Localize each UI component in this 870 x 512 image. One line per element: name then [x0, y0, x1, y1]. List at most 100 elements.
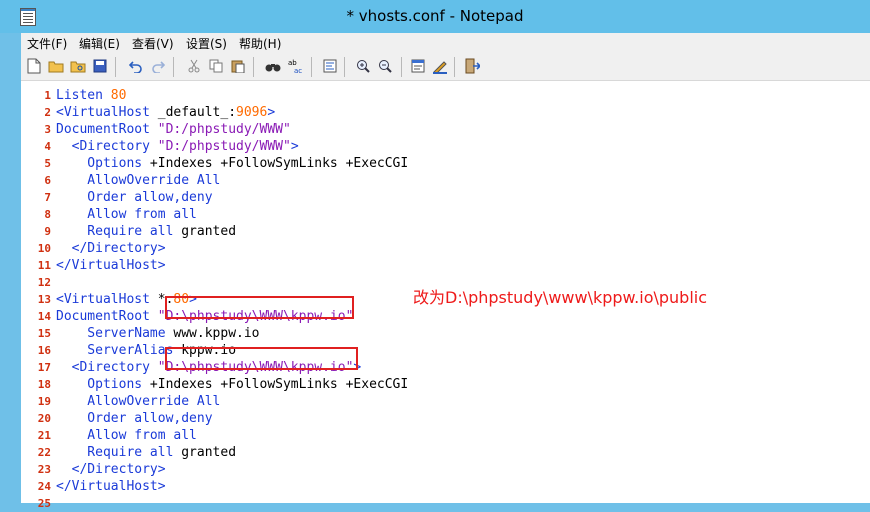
- toolbar-separator: [253, 57, 254, 77]
- find-icon[interactable]: [264, 57, 282, 75]
- toolbar-separator: [344, 57, 345, 77]
- line-number: 24: [37, 480, 51, 493]
- code-token: Options: [56, 156, 150, 171]
- code-line[interactable]: 1 Listen 80: [21, 87, 870, 104]
- code-line[interactable]: 23 </Directory>: [21, 461, 870, 478]
- code-token: www.kppw.io: [173, 326, 260, 341]
- code-text: Order allow,deny: [56, 410, 213, 427]
- line-number: 7: [44, 191, 51, 204]
- code-line[interactable]: 21 Allow from all: [21, 427, 870, 444]
- code-line[interactable]: 10 </Directory>: [21, 240, 870, 257]
- code-token: <Directory: [56, 139, 158, 154]
- code-token: DocumentRoot: [56, 122, 158, 137]
- redo-icon[interactable]: [149, 57, 167, 75]
- code-text: </Directory>: [56, 461, 166, 478]
- replace-icon[interactable]: ab ac: [287, 57, 305, 75]
- code-line[interactable]: 22 Require all granted: [21, 444, 870, 461]
- code-line[interactable]: 14 DocumentRoot "D:\phpstudy\WWW\kppw.io": [21, 308, 870, 325]
- code-line[interactable]: 8 Allow from all: [21, 206, 870, 223]
- new-file-icon[interactable]: [25, 57, 43, 75]
- line-number: 11: [37, 259, 51, 272]
- code-line[interactable]: 4 <Directory "D:/phpstudy/WWW">: [21, 138, 870, 155]
- undo-icon[interactable]: [127, 57, 145, 75]
- toolbar-separator: [115, 57, 116, 77]
- line-number: 3: [44, 123, 51, 136]
- edit-scheme-icon[interactable]: [431, 57, 449, 75]
- code-line[interactable]: 6 AllowOverride All: [21, 172, 870, 189]
- word-wrap-icon[interactable]: [321, 57, 339, 75]
- code-line[interactable]: 15 ServerName www.kppw.io: [21, 325, 870, 342]
- svg-text:ac: ac: [294, 67, 302, 74]
- code-token: </Directory>: [56, 462, 166, 477]
- code-token: granted: [181, 445, 237, 460]
- svg-text:ab: ab: [288, 59, 297, 67]
- menu-view[interactable]: 查看(V): [132, 35, 174, 52]
- menu-settings[interactable]: 设置(S): [186, 35, 227, 52]
- properties-icon[interactable]: [409, 57, 427, 75]
- code-token: Options: [56, 377, 150, 392]
- code-line[interactable]: 2 <VirtualHost _default_:9096>: [21, 104, 870, 121]
- code-text: </VirtualHost>: [56, 478, 166, 495]
- line-number: 13: [37, 293, 51, 306]
- line-number: 14: [37, 310, 51, 323]
- code-token: </VirtualHost>: [56, 479, 166, 494]
- code-line[interactable]: 7 Order allow,deny: [21, 189, 870, 206]
- code-token: Listen: [56, 88, 111, 103]
- toolbar-separator: [401, 57, 402, 77]
- code-token: 80: [110, 88, 127, 103]
- cut-icon[interactable]: [185, 57, 203, 75]
- open-folder-icon[interactable]: [69, 57, 87, 75]
- code-line[interactable]: 9 Require all granted: [21, 223, 870, 240]
- code-text: Options +Indexes +FollowSymLinks +ExecCG…: [56, 155, 408, 172]
- code-token: >: [290, 139, 299, 154]
- code-line[interactable]: 24 </VirtualHost>: [21, 478, 870, 495]
- title-bar: * vhosts.conf - Notepad: [0, 0, 870, 33]
- code-text: Listen 80: [56, 87, 126, 104]
- code-token: Require all: [56, 445, 182, 460]
- line-number: 5: [44, 157, 51, 170]
- code-line[interactable]: 25: [21, 495, 870, 512]
- menu-edit[interactable]: 编辑(E): [79, 35, 120, 52]
- save-icon[interactable]: [91, 57, 109, 75]
- line-number: 8: [44, 208, 51, 221]
- code-line[interactable]: 18 Options +Indexes +FollowSymLinks +Exe…: [21, 376, 870, 393]
- highlight-box-documentroot: [165, 296, 354, 319]
- code-token: Order allow,deny: [56, 411, 213, 426]
- zoom-in-icon[interactable]: [354, 57, 372, 75]
- line-number: 22: [37, 446, 51, 459]
- paste-icon[interactable]: [229, 57, 247, 75]
- code-line[interactable]: 3 DocumentRoot "D:/phpstudy/WWW": [21, 121, 870, 138]
- code-token: </VirtualHost>: [56, 258, 166, 273]
- line-number: 18: [37, 378, 51, 391]
- code-token: ServerName: [56, 326, 174, 341]
- zoom-out-icon[interactable]: [376, 57, 394, 75]
- code-token: "D:/phpstudy/WWW": [157, 122, 291, 137]
- annotation-text: 改为D:\phpstudy\www\kppw.io\public: [413, 288, 708, 307]
- line-number: 10: [37, 242, 51, 255]
- line-number: 23: [37, 463, 51, 476]
- code-token: AllowOverride All: [56, 173, 221, 188]
- menu-help[interactable]: 帮助(H): [239, 35, 281, 52]
- code-line[interactable]: 11 </VirtualHost>: [21, 257, 870, 274]
- open-file-icon[interactable]: [47, 57, 65, 75]
- code-line[interactable]: 17 <Directory "D:\phpstudy\WWW\kppw.io">: [21, 359, 870, 376]
- toolbar: ab ac: [21, 53, 870, 81]
- menu-bar: 文件(F) 编辑(E) 查看(V) 设置(S) 帮助(H): [21, 33, 870, 53]
- line-number: 17: [37, 361, 51, 374]
- code-text: Require all granted: [56, 444, 236, 461]
- exit-icon[interactable]: [463, 57, 481, 75]
- code-token: DocumentRoot: [56, 309, 158, 324]
- code-line[interactable]: 16 ServerAlias kppw.io: [21, 342, 870, 359]
- line-number: 16: [37, 344, 51, 357]
- code-token: Require all: [56, 224, 182, 239]
- code-text: Allow from all: [56, 427, 197, 444]
- code-line[interactable]: 19 AllowOverride All: [21, 393, 870, 410]
- code-token: granted: [181, 224, 237, 239]
- code-text: </Directory>: [56, 240, 166, 257]
- line-number: 1: [44, 89, 51, 102]
- line-number: 25: [37, 497, 51, 510]
- menu-file[interactable]: 文件(F): [27, 35, 67, 52]
- copy-icon[interactable]: [207, 57, 225, 75]
- code-line[interactable]: 5 Options +Indexes +FollowSymLinks +Exec…: [21, 155, 870, 172]
- code-line[interactable]: 20 Order allow,deny: [21, 410, 870, 427]
